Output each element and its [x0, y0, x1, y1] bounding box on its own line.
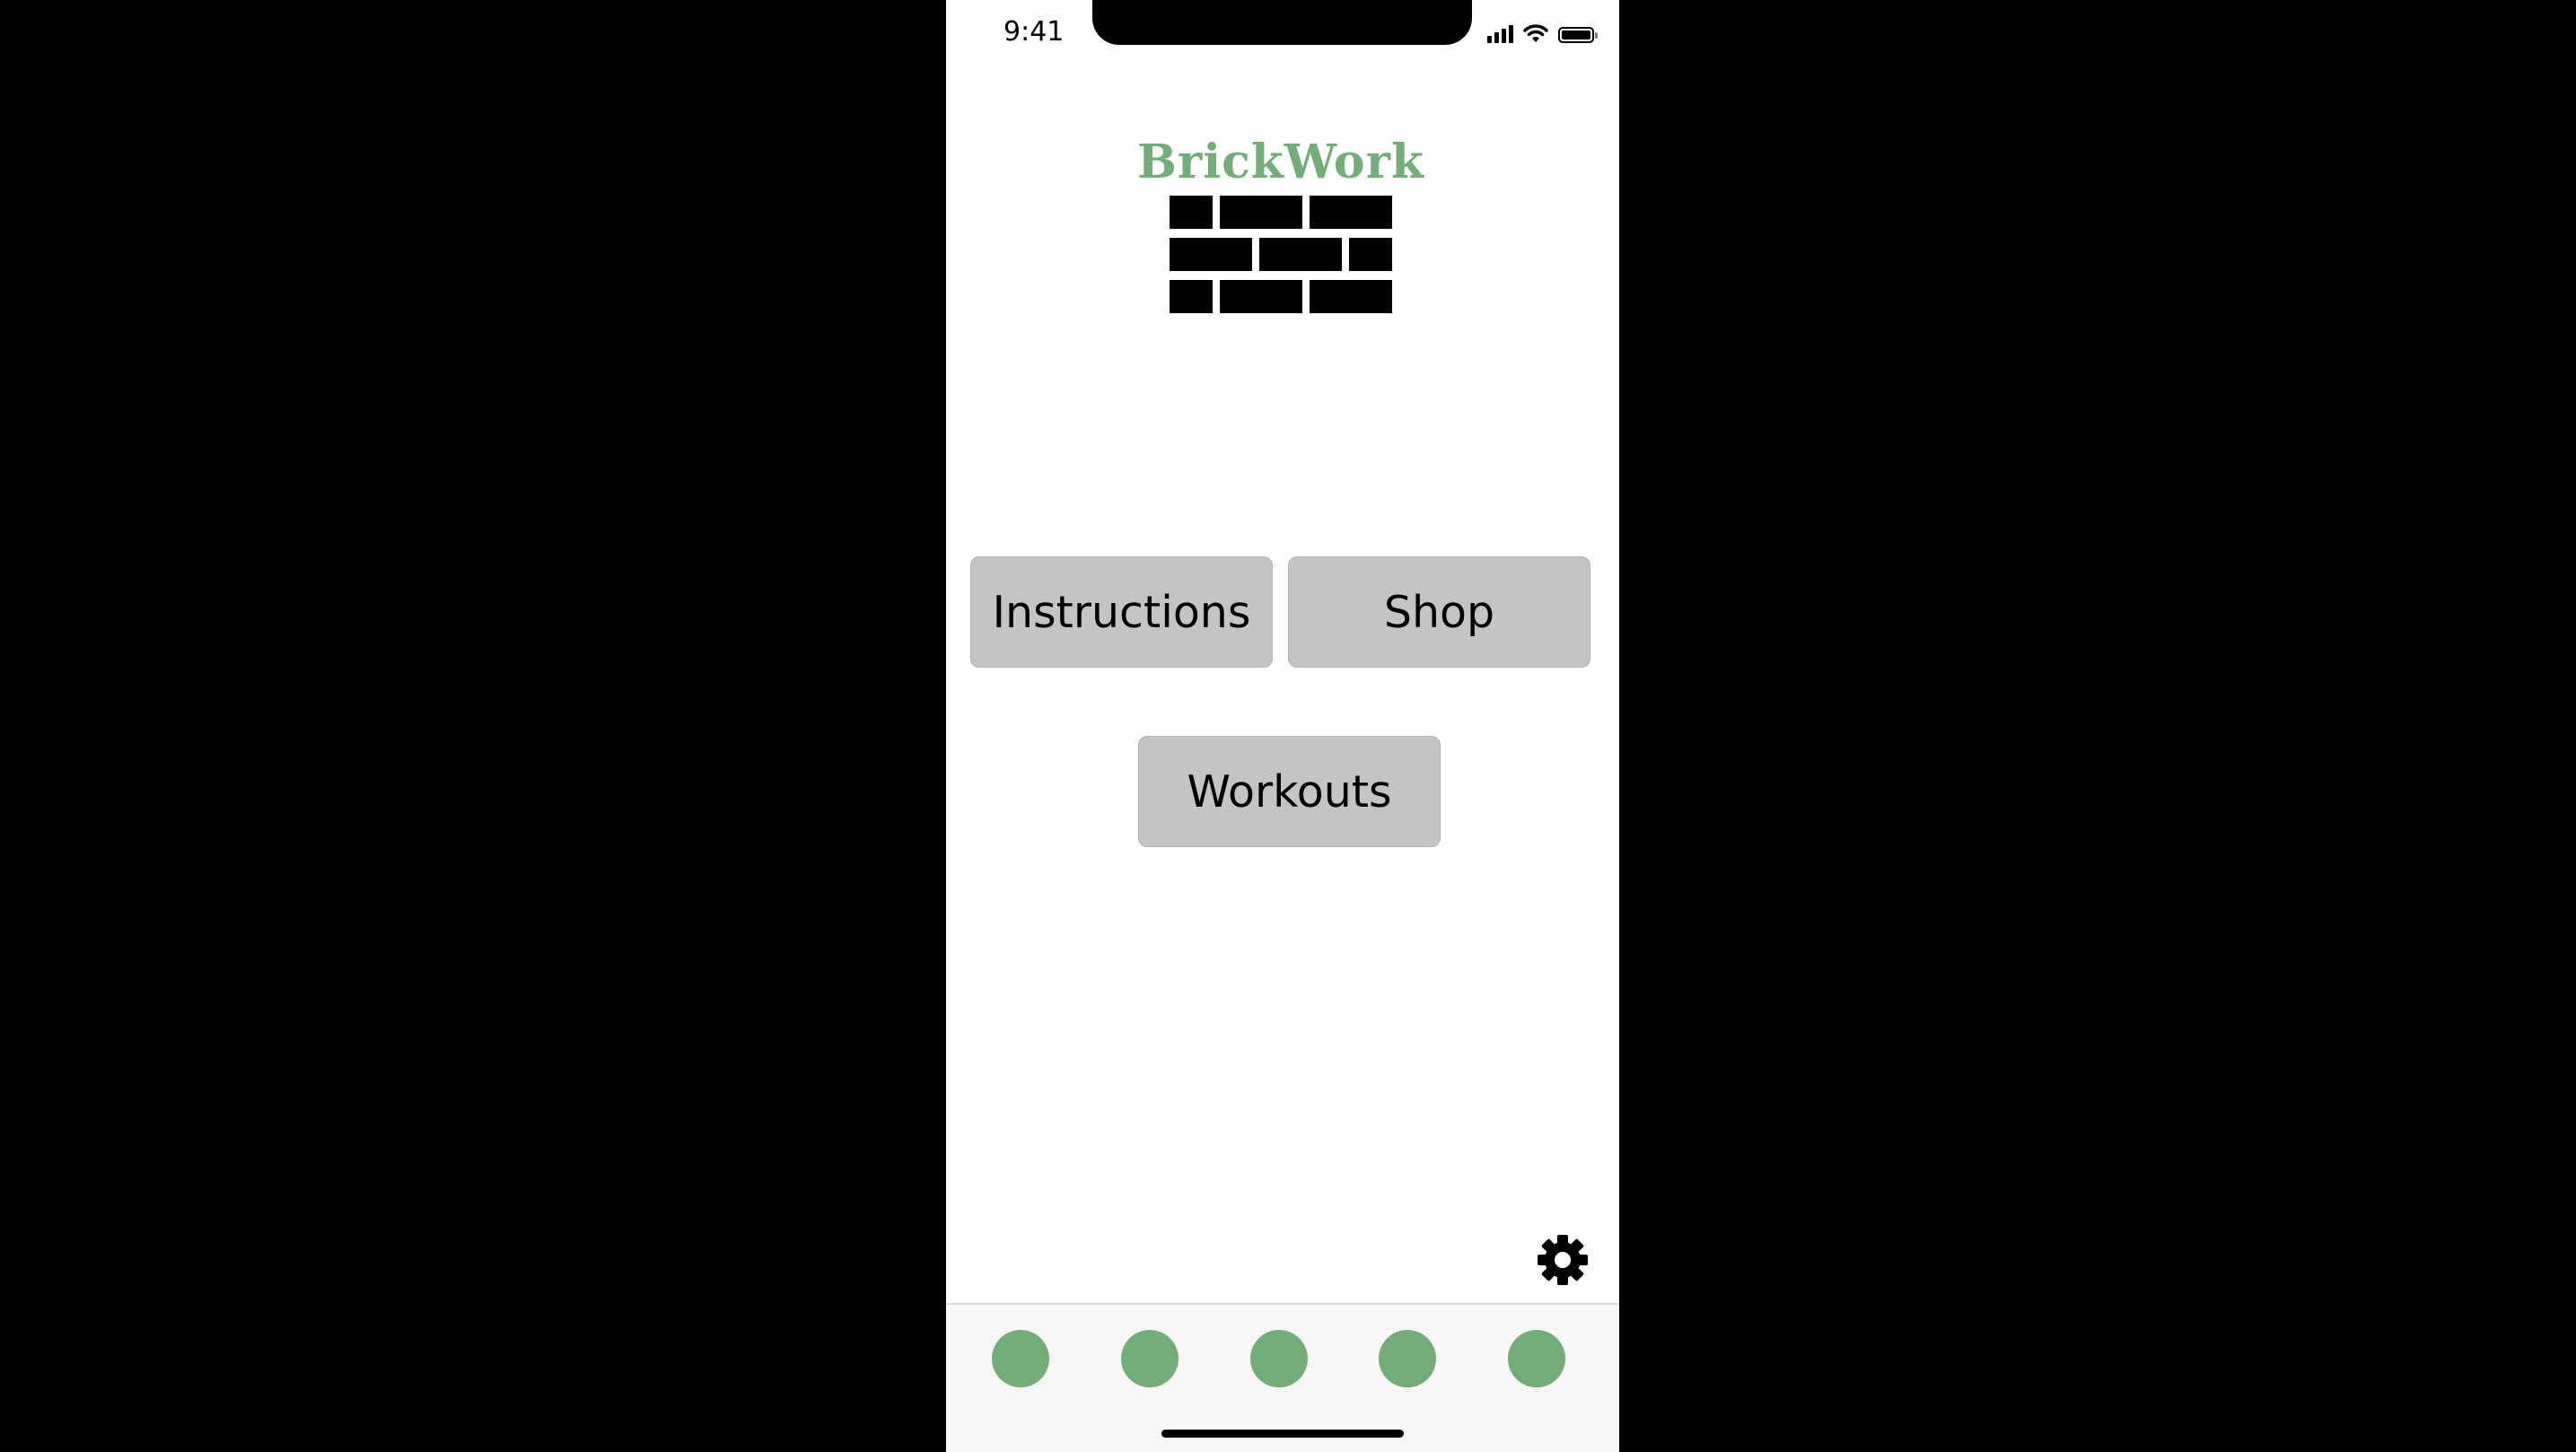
workouts-button[interactable]: Workouts	[1138, 736, 1441, 847]
tab-5[interactable]	[1508, 1330, 1565, 1387]
signal-icon	[1487, 23, 1513, 43]
tab-3[interactable]	[1250, 1330, 1308, 1387]
tab-2[interactable]	[1121, 1330, 1178, 1387]
phone-screen: 9:41 BrickWork Instructions Shop Workout…	[946, 0, 1619, 1452]
tab-1[interactable]	[992, 1330, 1049, 1387]
tab-4[interactable]	[1379, 1330, 1436, 1387]
app-name: BrickWork	[1136, 135, 1425, 189]
shop-button[interactable]: Shop	[1288, 556, 1590, 668]
status-icons	[1487, 23, 1598, 43]
wifi-icon	[1523, 24, 1548, 42]
battery-icon	[1558, 27, 1598, 43]
brick-wall-icon	[1170, 196, 1392, 313]
home-indicator[interactable]	[1161, 1430, 1404, 1438]
tab-bar	[946, 1303, 1619, 1452]
gear-icon[interactable]	[1536, 1233, 1590, 1287]
notch	[1092, 0, 1472, 45]
instructions-button[interactable]: Instructions	[970, 556, 1273, 668]
status-time: 9:41	[1003, 16, 1065, 48]
app-logo: BrickWork	[946, 135, 1619, 189]
